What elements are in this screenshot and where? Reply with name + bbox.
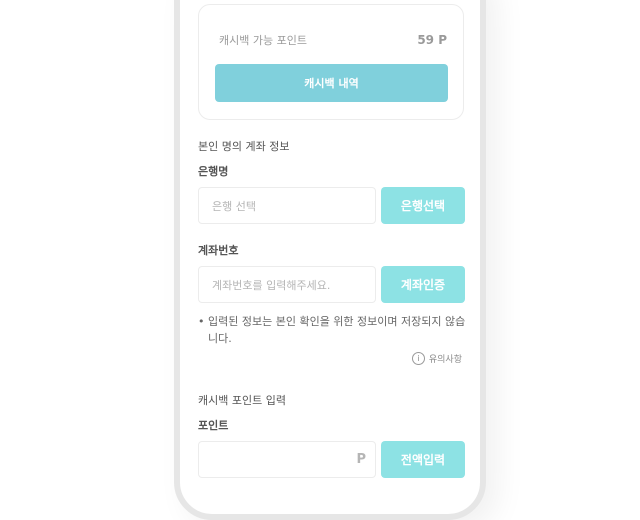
full-amount-button[interactable]: 전액입력 <box>381 441 465 478</box>
bank-select-button[interactable]: 은행선택 <box>381 187 465 224</box>
cashback-screen: 캐시백 가능 포인트 59 P 캐시백 내역 본인 명의 계좌 정보 은행명 은… <box>180 0 480 514</box>
phone-frame: 캐시백 가능 포인트 59 P 캐시백 내역 본인 명의 계좌 정보 은행명 은… <box>174 0 486 520</box>
cashback-available-label: 캐시백 가능 포인트 <box>219 34 307 47</box>
notice-text: 입력된 정보는 본인 확인을 위한 정보이며 저장되지 않습니다. <box>208 315 466 345</box>
cashback-summary-card: 캐시백 가능 포인트 59 P 캐시백 내역 <box>198 4 464 120</box>
account-section-title: 본인 명의 계좌 정보 <box>198 140 290 153</box>
caution-link-label: 유의사항 <box>428 355 462 365</box>
points-label: 포인트 <box>198 419 229 432</box>
notice-bullet: • <box>198 315 205 328</box>
account-number-input[interactable]: 계좌번호를 입력해주세요. <box>198 266 376 303</box>
account-number-placeholder: 계좌번호를 입력해주세요. <box>212 278 331 292</box>
account-number-label: 계좌번호 <box>198 244 239 257</box>
cashback-available-row: 캐시백 가능 포인트 59 P <box>219 32 447 48</box>
privacy-notice: • 입력된 정보는 본인 확인을 위한 정보이며 저장되지 않습니다. <box>198 313 466 347</box>
points-unit: P <box>356 452 366 467</box>
bank-select-input[interactable]: 은행 선택 <box>198 187 376 224</box>
info-icon: i <box>411 352 425 365</box>
bank-name-label: 은행명 <box>198 165 229 178</box>
points-section-title: 캐시백 포인트 입력 <box>198 394 286 407</box>
bank-select-placeholder: 은행 선택 <box>212 199 256 213</box>
cashback-history-button[interactable]: 캐시백 내역 <box>215 64 448 102</box>
points-input[interactable]: P <box>198 441 376 478</box>
cashback-available-value: 59 P <box>417 33 447 47</box>
caution-link[interactable]: i 유의사항 <box>411 352 462 365</box>
account-verify-button[interactable]: 계좌인증 <box>381 266 465 303</box>
